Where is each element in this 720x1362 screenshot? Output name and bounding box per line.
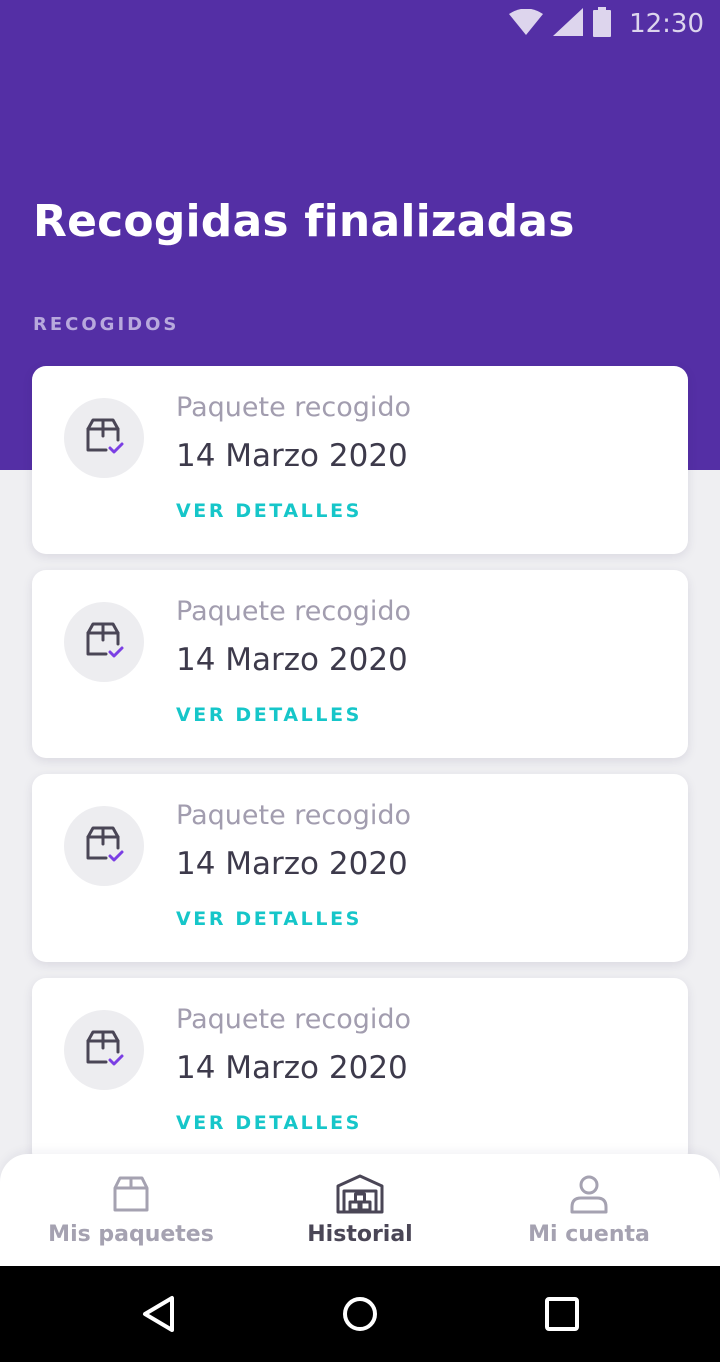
nav-label: Mis paquetes	[48, 1222, 214, 1247]
cell-signal-icon	[553, 8, 584, 40]
package-check-icon	[82, 822, 126, 870]
nav-item-historial[interactable]: Historial	[240, 1154, 480, 1266]
recents-icon[interactable]	[540, 1292, 584, 1336]
card-date: 14 Marzo 2020	[176, 1050, 408, 1086]
system-nav-bar	[0, 1266, 720, 1362]
battery-icon	[593, 7, 612, 41]
package-icon-circle	[64, 602, 144, 682]
pickup-card[interactable]: Paquete recogido 14 Marzo 2020 VER DETAL…	[32, 570, 688, 758]
view-details-link[interactable]: VER DETALLES	[176, 500, 362, 522]
pickup-card[interactable]: Paquete recogido 14 Marzo 2020 VER DETAL…	[32, 366, 688, 554]
package-icon	[111, 1172, 151, 1216]
status-icons: 12:30	[509, 7, 704, 41]
pickup-card[interactable]: Paquete recogido 14 Marzo 2020 VER DETAL…	[32, 774, 688, 962]
user-icon	[569, 1172, 609, 1216]
nav-item-mis-paquetes[interactable]: Mis paquetes	[11, 1154, 251, 1266]
view-details-link[interactable]: VER DETALLES	[176, 704, 362, 726]
card-date: 14 Marzo 2020	[176, 846, 408, 882]
status-bar: 12:30	[0, 0, 720, 48]
card-label: Paquete recogido	[176, 392, 412, 423]
package-icon-circle	[64, 398, 144, 478]
nav-label: Historial	[307, 1222, 413, 1247]
pickup-card[interactable]: Paquete recogido 14 Marzo 2020 VER DETAL…	[32, 978, 688, 1166]
card-label: Paquete recogido	[176, 596, 412, 627]
card-label: Paquete recogido	[176, 1004, 412, 1035]
card-label: Paquete recogido	[176, 800, 412, 831]
card-date: 14 Marzo 2020	[176, 438, 408, 474]
view-details-link[interactable]: VER DETALLES	[176, 908, 362, 930]
nav-label: Mi cuenta	[528, 1222, 650, 1247]
wifi-icon	[509, 8, 544, 39]
status-time: 12:30	[629, 9, 704, 39]
package-icon-circle	[64, 806, 144, 886]
package-check-icon	[82, 414, 126, 462]
section-label: RECOGIDOS	[33, 314, 180, 335]
back-icon[interactable]	[138, 1292, 182, 1336]
package-check-icon	[82, 618, 126, 666]
card-date: 14 Marzo 2020	[176, 642, 408, 678]
bottom-nav: Mis paquetes Historial Mi cuenta	[0, 1154, 720, 1266]
package-check-icon	[82, 1026, 126, 1074]
nav-item-mi-cuenta[interactable]: Mi cuenta	[469, 1154, 709, 1266]
home-icon[interactable]	[338, 1292, 382, 1336]
warehouse-icon	[336, 1172, 384, 1216]
view-details-link[interactable]: VER DETALLES	[176, 1112, 362, 1134]
package-icon-circle	[64, 1010, 144, 1090]
page-title: Recogidas finalizadas	[33, 196, 575, 247]
